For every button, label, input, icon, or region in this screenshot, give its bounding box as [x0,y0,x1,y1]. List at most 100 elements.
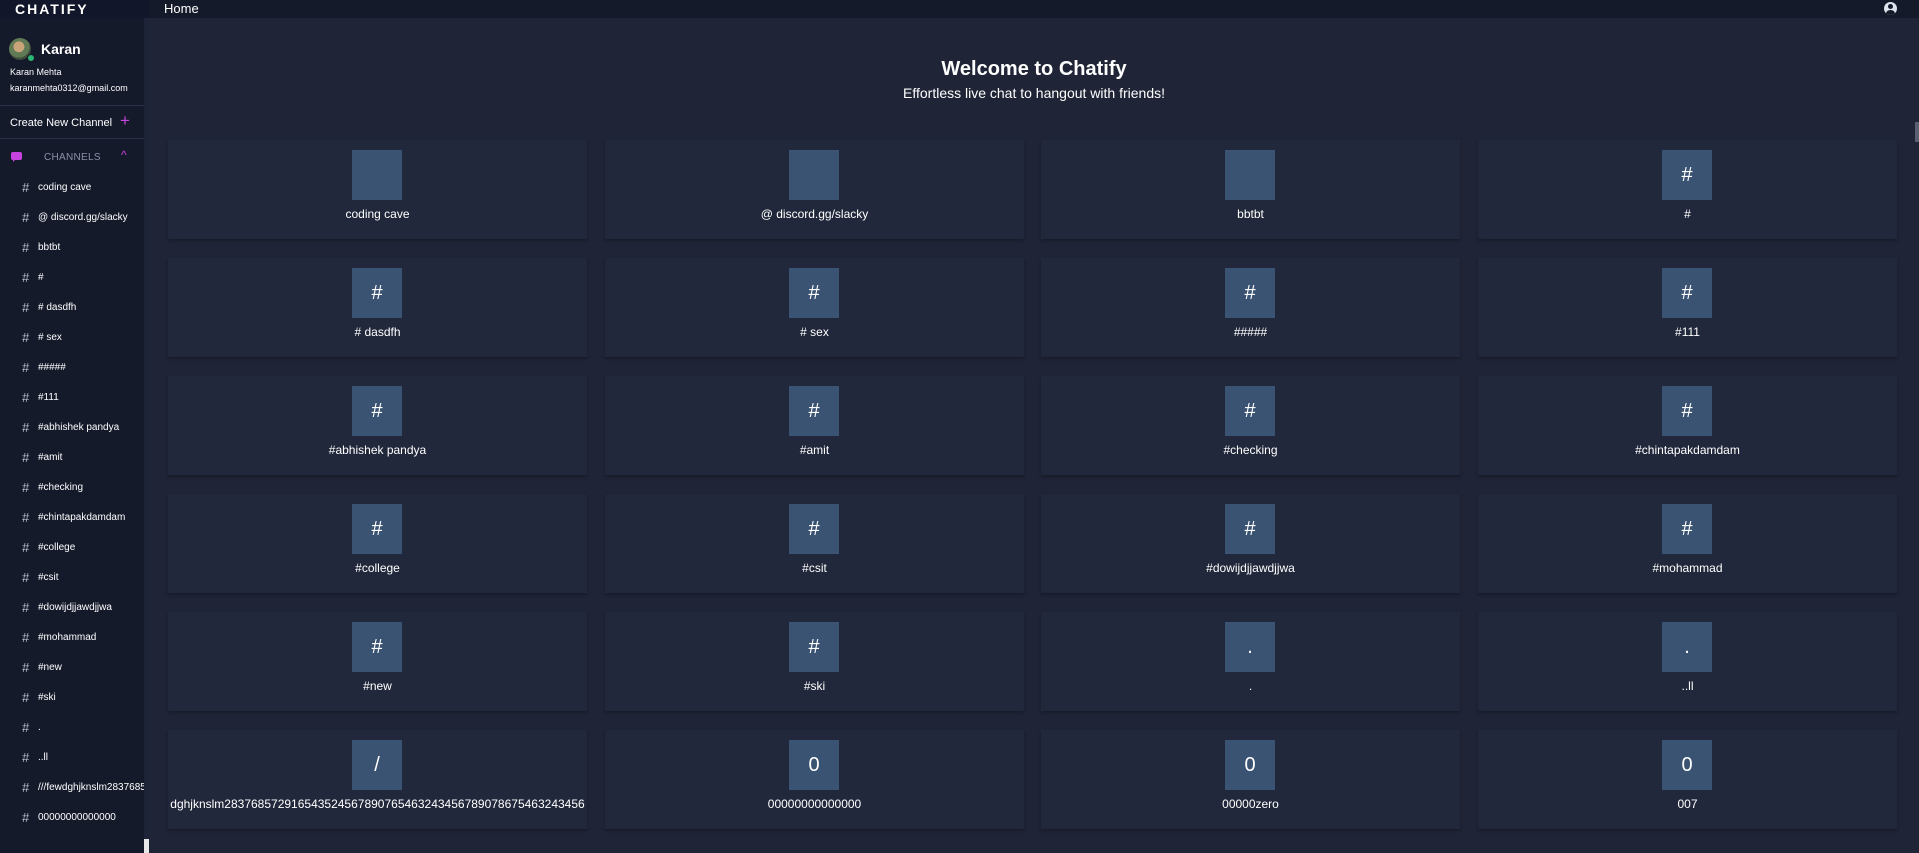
sidebar-channel-item[interactable]: # #amit [0,445,144,475]
channel-avatar-icon [1225,150,1275,200]
sidebar-channel-item[interactable]: # #checking [0,475,144,505]
sidebar-channel-item[interactable]: # ##### [0,355,144,385]
channel-card[interactable]: coding cave [168,140,587,239]
sidebar-channel-item[interactable]: # #abhishek pandya [0,415,144,445]
sidebar-channel-item[interactable]: # #csit [0,565,144,595]
channel-card[interactable]: @ discord.gg/slacky [605,140,1024,239]
sidebar-channel-item[interactable]: # @ discord.gg/slacky [0,205,144,235]
channel-avatar-icon: 0 [1225,740,1275,790]
sidebar-channel-item[interactable]: # #chintapakdamdam [0,505,144,535]
channel-card-name: # sex [800,325,829,339]
sidebar-channel-item[interactable]: # # dasdfh [0,295,144,325]
sidebar-channel-item[interactable]: # #111 [0,385,144,415]
channel-avatar-icon: # [352,622,402,672]
hash-icon: # [22,270,30,285]
user-display-name: Karan [41,41,81,57]
channels-section-header[interactable]: CHANNELS ^ [0,148,144,168]
channel-avatar-icon: . [1225,622,1275,672]
channel-card[interactable]: # # sex [605,258,1024,357]
channel-avatar-icon: # [1662,504,1712,554]
sidebar-channel-label: #college [38,542,76,553]
channel-card[interactable]: # ##### [1041,258,1460,357]
sidebar-channel-label: #mohammad [38,632,97,643]
plus-icon[interactable]: + [120,112,130,130]
sidebar-channel-item[interactable]: # #college [0,535,144,565]
channel-avatar-icon: / [352,740,402,790]
sidebar-channel-item[interactable]: # ..ll [0,745,144,775]
channel-card-name: 007 [1677,797,1698,811]
channel-card-name: . [1248,679,1253,693]
sidebar-channel-item[interactable]: # #ski [0,685,144,715]
hash-icon: # [22,810,30,825]
hash-icon: # [22,690,30,705]
channel-card[interactable]: # #new [168,612,587,711]
sidebar-channel-item[interactable]: # bbtbt [0,235,144,265]
chevron-up-icon[interactable]: ^ [121,148,127,162]
sidebar-channel-label: #ski [38,692,56,703]
channel-avatar-icon: # [789,386,839,436]
channel-card[interactable]: 0 00000zero [1041,730,1460,829]
chat-bubble-icon [11,152,22,162]
channel-avatar-icon: . [1662,622,1712,672]
channel-avatar-icon: # [1225,268,1275,318]
channel-card[interactable]: # #ski [605,612,1024,711]
channel-card-name: coding cave [345,207,410,221]
sidebar-channel-label: # dasdfh [38,302,77,313]
channel-card-name: #new [363,679,392,693]
sidebar-channel-label: ..ll [38,752,48,763]
channel-card[interactable]: # # dasdfh [168,258,587,357]
channel-card-name: #chintapakdamdam [1635,443,1740,457]
channel-card[interactable]: # #dowijdjjawdjjwa [1041,494,1460,593]
channel-card-name: dghjknslm2837685729165435245678907654632… [170,797,585,811]
channel-card[interactable]: .. [1041,612,1460,711]
create-channel-button[interactable]: Create New Channel + [0,107,144,139]
channel-card[interactable]: # #checking [1041,376,1460,475]
channel-card-name: # [1684,207,1691,221]
sidebar-channel-item[interactable]: # # sex [0,325,144,355]
channel-card[interactable]: bbtbt [1041,140,1460,239]
channel-card-name: ..ll [1681,679,1694,693]
sidebar-channel-label: #111 [38,392,59,403]
sidebar-channel-item[interactable]: # #mohammad [0,625,144,655]
channel-card[interactable]: # #college [168,494,587,593]
channel-card[interactable]: 0 00000000000000 [605,730,1024,829]
main-scrollbar-thumb[interactable] [1915,122,1919,142]
channel-card[interactable]: # # [1478,140,1897,239]
hash-icon: # [22,360,30,375]
channel-card[interactable]: # #mohammad [1478,494,1897,593]
top-bar: Home [149,0,1919,18]
channel-card[interactable]: # #abhishek pandya [168,376,587,475]
user-profile: Karan Karan Mehta karanmehta0312@gmail.c… [0,18,144,106]
sidebar-channel-label: #dowijdjjawdjjwa [38,602,112,613]
welcome-subtitle: Effortless live chat to hangout with fri… [903,85,1165,101]
sidebar-channel-item[interactable]: #00000000000000 [0,805,144,835]
sidebar-channel-item[interactable]: # # [0,265,144,295]
hash-icon: # [22,510,30,525]
channel-card[interactable]: # #111 [1478,258,1897,357]
account-circle-icon[interactable] [1884,2,1897,15]
channel-card[interactable]: 0 007 [1478,730,1897,829]
channel-card[interactable]: # #csit [605,494,1024,593]
channel-avatar-icon: # [1225,504,1275,554]
sidebar-channel-label: #csit [38,572,59,583]
channel-card-name: @ discord.gg/slacky [760,207,869,221]
channel-card-name: #csit [802,561,827,575]
channel-card[interactable]: # #amit [605,376,1024,475]
channel-card[interactable]: / dghjknslm283768572916543524567890765463… [168,730,587,829]
sidebar-channel-label: #checking [38,482,84,493]
channel-avatar-icon: # [352,504,402,554]
online-status-icon [27,54,35,62]
brand-logo[interactable]: CHATIFY [0,0,149,18]
sidebar-channel-item[interactable]: # coding cave [0,175,144,205]
sidebar-channel-item[interactable]: #. [0,715,144,745]
channel-card-name: 00000000000000 [767,797,862,811]
channel-card[interactable]: # #chintapakdamdam [1478,376,1897,475]
channel-card[interactable]: . ..ll [1478,612,1897,711]
channel-card-name: #checking [1223,443,1278,457]
sidebar-channel-item[interactable]: # ///fewdghjknslm283768572916543524567890… [0,775,149,805]
user-full-name: Karan Mehta [10,67,62,77]
sidebar-channel-item[interactable]: # #dowijdjjawdjjwa [0,595,144,625]
sidebar-channel-item[interactable]: # #new [0,655,144,685]
channel-avatar-icon: # [1662,386,1712,436]
channel-avatar-icon: # [789,622,839,672]
